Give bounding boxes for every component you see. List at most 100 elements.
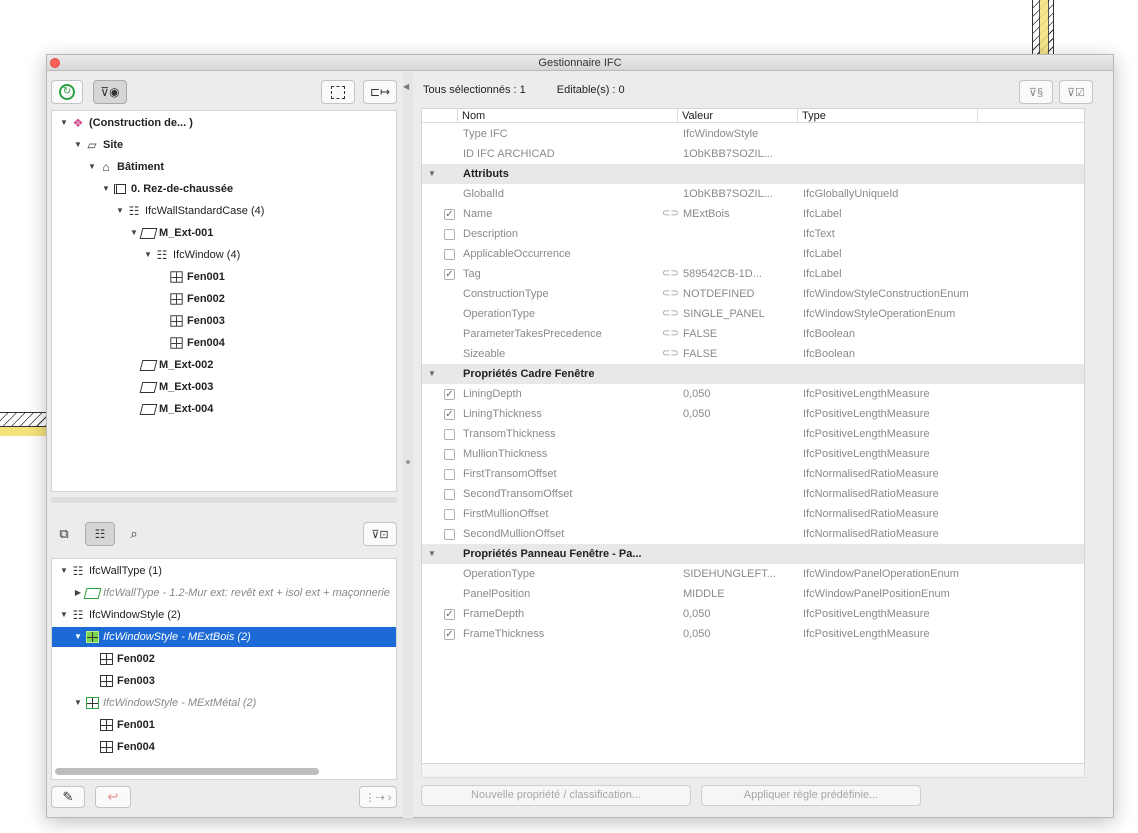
select-element-button[interactable] [321, 80, 355, 104]
tree-node[interactable]: ▼ M_Ext-001 [128, 223, 213, 243]
property-row[interactable]: OperationType ⊂⊃ SINGLE_PANEL IfcWindowStyl… [422, 304, 1084, 324]
apply-rule-button[interactable]: Appliquer règle prédéfinie... [701, 785, 921, 806]
property-row[interactable]: ✓ Tag ⊂⊃ 589542CB-1D... IfcLabel [422, 264, 1084, 284]
options-button[interactable]: ⋮⇢ › [359, 786, 397, 808]
tree-node[interactable]: Fen002 [156, 289, 225, 309]
property-checkbox[interactable]: ✓ [444, 209, 455, 220]
tree-node[interactable]: ▼ ☷ IfcWallStandardCase (4) [114, 201, 264, 221]
tree-view-button[interactable]: ☷ [85, 522, 115, 546]
new-property-button[interactable]: Nouvelle propriété / classification... [421, 785, 691, 806]
disclosure-triangle-icon[interactable]: ▼ [58, 113, 70, 133]
type-node[interactable]: Fen003 [86, 671, 155, 691]
property-row[interactable]: ApplicableOccurrence IfcLabel [422, 244, 1084, 264]
search-button[interactable]: ⌕ [121, 522, 147, 546]
col-name-header[interactable]: Nom [458, 109, 678, 123]
disclosure-triangle-icon[interactable]: ▼ [72, 135, 84, 155]
disclosure-triangle-icon[interactable]: ▶ [72, 583, 84, 603]
tree-node[interactable]: M_Ext-004 [128, 399, 213, 419]
property-checkbox[interactable] [444, 529, 455, 540]
pane-splitter[interactable] [51, 497, 397, 503]
property-row[interactable]: FirstMullionOffset IfcNormalisedRatioMeas… [422, 504, 1084, 524]
edit-button[interactable]: ✎ [51, 786, 85, 808]
disclosure-triangle-icon[interactable]: ▼ [72, 693, 84, 713]
disclosure-triangle-icon[interactable]: ▼ [428, 364, 436, 384]
property-checkbox[interactable]: ✓ [444, 389, 455, 400]
type-node[interactable]: Fen001 [86, 715, 155, 735]
type-node[interactable]: Fen004 [86, 737, 155, 757]
property-checkbox[interactable] [444, 249, 455, 260]
disclosure-triangle-icon[interactable]: ▼ [58, 605, 70, 625]
property-row[interactable]: GlobalId 1ObKBB7SOZIL... IfcGloballyUnique… [422, 184, 1084, 204]
type-view-button[interactable]: ⧉ [51, 522, 77, 546]
panel-splitter[interactable]: ◀ [403, 72, 413, 818]
disclosure-triangle-icon[interactable]: ▼ [428, 544, 436, 564]
disclosure-triangle-icon[interactable]: ▼ [86, 157, 98, 177]
property-checkbox[interactable]: ✓ [444, 269, 455, 280]
table-footer-scroll[interactable] [421, 764, 1085, 778]
type-node[interactable]: Fen002 [86, 649, 155, 669]
property-row[interactable]: TransomThickness IfcPositiveLengthMeasure [422, 424, 1084, 444]
undo-link-button[interactable]: ↩ [95, 786, 131, 808]
property-checkbox[interactable] [444, 509, 455, 520]
property-row[interactable]: ✓ LiningDepth 0,050 IfcPositiveLengthMeasur… [422, 384, 1084, 404]
property-checkbox[interactable]: ✓ [444, 409, 455, 420]
refresh-button[interactable]: ↻ [51, 80, 83, 104]
horizontal-scrollbar[interactable] [55, 768, 319, 775]
close-button[interactable] [50, 58, 60, 68]
property-checkbox[interactable] [444, 469, 455, 480]
property-checkbox[interactable] [444, 429, 455, 440]
col-type-header[interactable]: Type [798, 109, 978, 123]
tree-node[interactable]: Fen003 [156, 311, 225, 331]
type-node[interactable]: ▶ IfcWallType - 1.2-Mur ext: revêt ext + … [72, 583, 390, 603]
property-group-header[interactable]: ▼ Propriétés Cadre Fenêtre [422, 364, 1084, 384]
property-checkbox[interactable] [444, 489, 455, 500]
type-node[interactable]: ▼ ☷ IfcWindowStyle (2) [58, 605, 181, 625]
disclosure-triangle-icon[interactable]: ▼ [114, 201, 126, 221]
disclosure-triangle-icon[interactable]: ▼ [100, 179, 112, 199]
tree-node[interactable]: ▼ ⌂ Bâtiment [86, 157, 164, 177]
property-row[interactable]: ✓ FrameDepth 0,050 IfcPositiveLengthMeasure [422, 604, 1084, 624]
property-row[interactable]: MullionThickness IfcPositiveLengthMeasure [422, 444, 1084, 464]
type-node[interactable]: ▼ ☷ IfcWallType (1) [58, 561, 162, 581]
property-row[interactable]: ✓ LiningThickness 0,050 IfcPositiveLengthMe… [422, 404, 1084, 424]
property-row[interactable]: Description IfcText [422, 224, 1084, 244]
col-value-header[interactable]: Valeur [678, 109, 798, 123]
property-row[interactable]: ParameterTakesPrecedence ⊂⊃ FALSE IfcBoolea… [422, 324, 1084, 344]
disclosure-triangle-icon[interactable]: ▼ [428, 164, 436, 184]
tree-node[interactable]: Fen001 [156, 267, 225, 287]
type-node[interactable]: ▼ IfcWindowStyle - MExtMétal (2) [72, 693, 256, 713]
property-row[interactable]: OperationType SIDEHUNGLEFT... IfcWindowPan… [422, 564, 1084, 584]
tree-node[interactable]: ▼ ❖ (Construction de... ) [58, 113, 193, 133]
export-button[interactable]: ⊏↦ [363, 80, 397, 104]
property-row[interactable]: Sizeable ⊂⊃ FALSE IfcBoolean [422, 344, 1084, 364]
tree-node[interactable]: M_Ext-002 [128, 355, 213, 375]
tree-node[interactable]: ▼ ☷ IfcWindow (4) [142, 245, 240, 265]
disclosure-triangle-icon[interactable]: ▼ [128, 223, 140, 243]
property-row[interactable]: SecondTransomOffset IfcNormalisedRatioMea… [422, 484, 1084, 504]
property-checkbox[interactable] [444, 449, 455, 460]
disclosure-triangle-icon[interactable]: ▼ [142, 245, 154, 265]
property-checkbox[interactable] [444, 229, 455, 240]
property-row[interactable]: FirstTransomOffset IfcNormalisedRatioMeas… [422, 464, 1084, 484]
tree-node[interactable]: ▼ ▱ Site [72, 135, 123, 155]
property-checkbox[interactable]: ✓ [444, 629, 455, 640]
property-row[interactable]: ✓ FrameThickness 0,050 IfcPositiveLengthMea… [422, 624, 1084, 644]
property-row[interactable]: ✓ Name ⊂⊃ MExtBois IfcLabel [422, 204, 1084, 224]
filter-view-button[interactable]: ⊽◉ [93, 80, 127, 104]
filter-properties-button[interactable]: ⊽§ [1019, 80, 1053, 104]
disclosure-triangle-icon[interactable]: ▼ [58, 561, 70, 581]
type-node-selected[interactable]: ▼ IfcWindowStyle - MExtBois (2) [52, 627, 396, 647]
property-row[interactable]: Type IFC IfcWindowStyle [422, 124, 1084, 144]
property-group-header[interactable]: ▼ Propriétés Panneau Fenêtre - Pa... [422, 544, 1084, 564]
property-row[interactable]: ID IFC ARCHICAD 1ObKBB7SOZIL... [422, 144, 1084, 164]
tree-node[interactable]: M_Ext-003 [128, 377, 213, 397]
filter-checked-button[interactable]: ⊽☑ [1059, 80, 1093, 104]
property-row[interactable]: PanelPosition MIDDLE IfcWindowPanelPositio… [422, 584, 1084, 604]
tree-node[interactable]: Fen004 [156, 333, 225, 353]
tree-node[interactable]: ▼ 0. Rez-de-chaussée [100, 179, 233, 199]
property-row[interactable]: SecondMullionOffset IfcNormalisedRatioMea… [422, 524, 1084, 544]
property-checkbox[interactable]: ✓ [444, 609, 455, 620]
property-group-header[interactable]: ▼ Attributs [422, 164, 1084, 184]
property-row[interactable]: ConstructionType ⊂⊃ NOTDEFINED IfcWindowSty… [422, 284, 1084, 304]
filter-tree-button[interactable]: ⊽⊡ [363, 522, 397, 546]
